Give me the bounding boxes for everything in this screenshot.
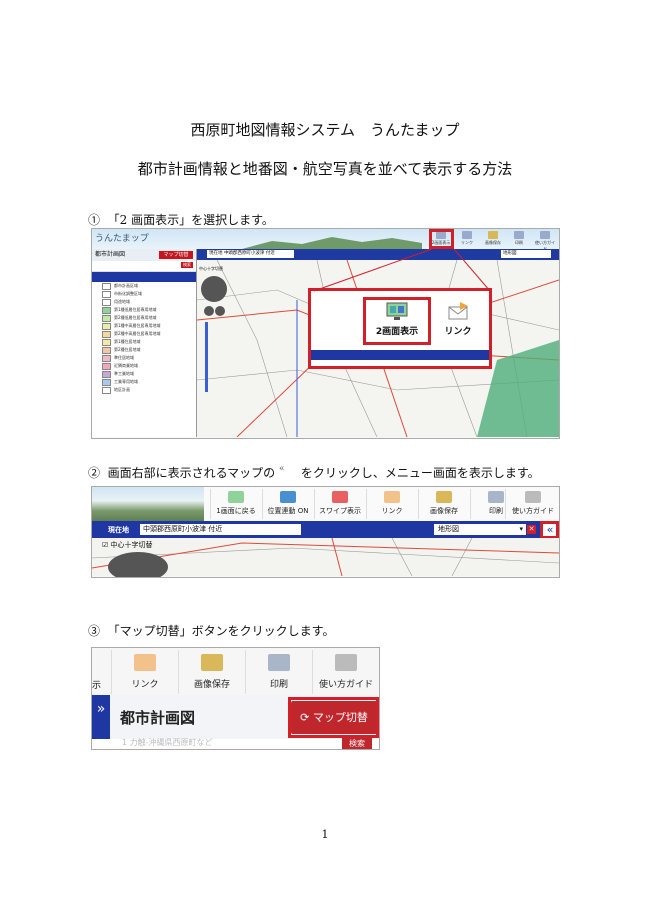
print-button[interactable]: 印刷 (245, 650, 312, 694)
pan-control[interactable] (108, 552, 168, 577)
chevron-down-icon: ▾ (519, 525, 523, 533)
position-sync-button[interactable]: 位置連動 ON (262, 489, 313, 519)
expand-panel-button[interactable]: » (92, 695, 110, 739)
step-2-text-before: 画面右部に表示されるマップの (107, 466, 276, 480)
basemap-select[interactable]: 地形図 ▾ (434, 524, 526, 535)
step-2-text-after: をクリックし、メニュー画面を表示します。 (300, 466, 540, 480)
close-icon[interactable]: ✕ (527, 525, 536, 534)
link-button[interactable]: リンク (366, 489, 417, 519)
guide-button[interactable]: 使い方ガイド (312, 650, 379, 694)
swipe-view-button[interactable]: スワイプ表示 (314, 489, 365, 519)
screenshot-2-screen-button: うんたまップ 2画面表示 リンク 画像保存 印刷 使い方ガイド 都市計画図 マッ… (91, 228, 560, 439)
page-number: 1 (321, 828, 329, 841)
location-label: 現在地 (108, 526, 129, 534)
step-1-marker: ① (88, 213, 101, 227)
step-2-inline-collapse-icon: « (279, 464, 285, 474)
step-1: ① 「2 画面表示」を選択します。 (88, 211, 274, 228)
highlight-collapse-button (540, 521, 559, 539)
search-button[interactable]: 検索 (342, 738, 372, 749)
toolbar-row: 示 リンク 画像保存 印刷 使い方ガイド (92, 648, 379, 695)
document-subtitle: 都市計画情報と地番図・航空写真を並べて表示する方法 (137, 160, 513, 178)
search-row: 1 力触-沖縄県西原町など 検索 (92, 737, 379, 749)
toolbar-row: 1画面に戻る 位置連動 ON スワイプ表示 リンク 画像保存 印刷 使い方ガイド (92, 487, 559, 521)
link-button[interactable]: リンク (111, 650, 178, 694)
highlight-map-switch (288, 697, 379, 738)
map-canvas[interactable]: ☑ 中心十字切替 (92, 537, 559, 577)
step-2-marker: ② (88, 466, 101, 480)
single-screen-button[interactable]: 1画面に戻る (210, 489, 261, 519)
location-bar: 現在地 中頭郡西原町小波津 付近 地形図 ▾ ✕ « (92, 521, 559, 538)
location-field[interactable]: 中頭郡西原町小波津 付近 (140, 524, 301, 535)
callout-connector (313, 248, 491, 292)
screenshot-collapse-menu: 1画面に戻る 位置連動 ON スワイプ表示 リンク 画像保存 印刷 使い方ガイド… (91, 486, 560, 578)
screenshot-map-switch: 示 リンク 画像保存 印刷 使い方ガイド » 都市計画図 ⟳ マップ切替 1 力… (91, 647, 380, 750)
save-image-button[interactable]: 画像保存 (178, 650, 245, 694)
search-input[interactable]: 1 力触-沖縄県西原町など (122, 737, 213, 748)
step-1-text: 「2 画面表示」を選択します。 (107, 213, 274, 227)
step-3-marker: ③ (88, 624, 101, 638)
step-3-text: 「マップ切替」ボタンをクリックします。 (107, 624, 335, 638)
header-photo (92, 487, 204, 521)
guide-button[interactable]: 使い方ガイド (505, 489, 559, 519)
save-image-button[interactable]: 画像保存 (418, 489, 469, 519)
step-2: ② 画面右部に表示されるマップの « をクリックし、メニュー画面を表示します。 (88, 464, 540, 481)
panel-title: 都市計画図 (120, 709, 196, 727)
crosshair-toggle[interactable]: ☑ 中心十字切替 (102, 540, 153, 550)
toolbar-partial-label: 示 (92, 681, 102, 691)
step-3: ③ 「マップ切替」ボタンをクリックします。 (88, 622, 334, 639)
document-title: 西原町地図情報システム うんたまップ (190, 121, 460, 139)
